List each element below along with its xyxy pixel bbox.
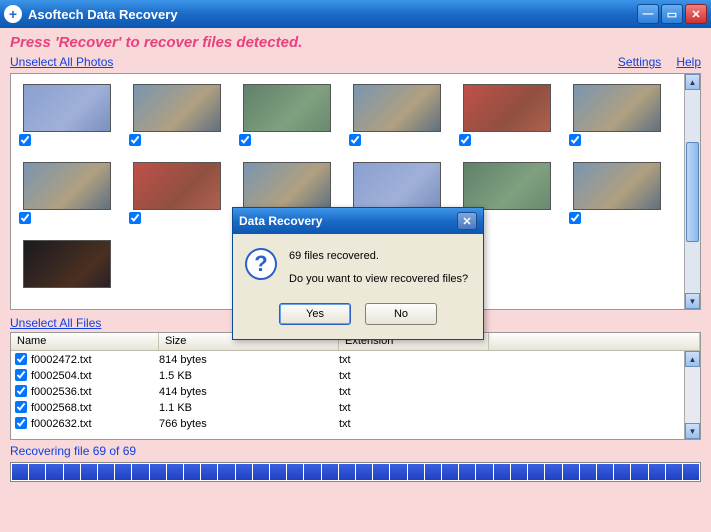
unselect-all-photos-link[interactable]: Unselect All Photos [10,55,113,69]
thumbnail-checkbox[interactable] [19,134,31,146]
file-ext-cell: txt [339,402,489,414]
table-row[interactable]: f0002472.txt 814 bytes txt [11,352,700,368]
minimize-button[interactable]: — [637,4,659,24]
instruction-text: Press 'Recover' to recover files detecte… [10,34,701,51]
thumbnail-checkbox[interactable] [19,212,31,224]
file-row-checkbox[interactable] [15,353,27,365]
scroll-up-arrow-icon[interactable]: ▲ [685,74,700,90]
file-ext-cell: txt [339,354,489,366]
file-ext-cell: txt [339,386,489,398]
dialog-close-button[interactable]: ✕ [457,212,477,230]
dialog-titlebar: Data Recovery ✕ [233,208,483,234]
file-size-cell: 414 bytes [159,386,339,398]
thumbnail-cell [459,84,551,146]
thumbnail-image[interactable] [353,162,441,210]
thumbnail-image[interactable] [243,162,331,210]
thumbnail-image[interactable] [463,84,551,132]
scrollbar-track[interactable] [685,90,700,293]
dialog-title: Data Recovery [239,214,322,228]
yes-button[interactable]: Yes [279,303,351,325]
thumbnail-image[interactable] [23,162,111,210]
dialog-message-line2: Do you want to view recovered files? [289,271,468,288]
thumbnail-cell [349,84,441,146]
thumbnail-image[interactable] [353,84,441,132]
close-button[interactable]: ✕ [685,4,707,24]
file-ext-cell: txt [339,418,489,430]
file-name-cell: f0002472.txt [31,354,159,366]
file-row-checkbox[interactable] [15,369,27,381]
thumbnail-image[interactable] [23,84,111,132]
file-ext-cell: txt [339,370,489,382]
file-row-checkbox[interactable] [15,401,27,413]
scroll-down-arrow-icon[interactable]: ▼ [685,423,700,439]
thumbnail-checkbox[interactable] [569,212,581,224]
file-name-cell: f0002632.txt [31,418,159,430]
file-name-cell: f0002536.txt [31,386,159,398]
thumbnail-image[interactable] [133,84,221,132]
scroll-up-arrow-icon[interactable]: ▲ [685,351,700,367]
top-link-row: Unselect All Photos Settings Help [10,55,701,69]
thumbnail-image[interactable] [243,84,331,132]
thumbnail-checkbox[interactable] [459,134,471,146]
file-name-cell: f0002504.txt [31,370,159,382]
table-row[interactable]: f0002568.txt 1.1 KB txt [11,400,700,416]
file-size-cell: 1.1 KB [159,402,339,414]
thumbnail-cell [239,84,331,146]
thumbnail-checkbox[interactable] [129,212,141,224]
thumbnail-scrollbar[interactable]: ▲ ▼ [684,74,700,309]
dialog-body: ? 69 files recovered. Do you want to vie… [233,234,483,299]
scroll-down-arrow-icon[interactable]: ▼ [685,293,700,309]
thumbnail-image[interactable] [573,162,661,210]
help-link[interactable]: Help [676,55,701,69]
thumbnail-checkbox[interactable] [239,134,251,146]
thumbnail-checkbox[interactable] [349,134,361,146]
table-row[interactable]: f0002632.txt 766 bytes txt [11,416,700,432]
file-size-cell: 814 bytes [159,354,339,366]
app-icon: + [4,5,22,23]
thumbnail-cell [129,84,221,146]
table-row[interactable]: f0002504.txt 1.5 KB txt [11,368,700,384]
thumbnail-image[interactable] [463,162,551,210]
thumbnail-cell [19,162,111,224]
thumbnail-checkbox[interactable] [569,134,581,146]
file-row-checkbox[interactable] [15,385,27,397]
column-header-name[interactable]: Name [11,333,159,350]
files-list-panel: Name Size Extension f0002472.txt 814 byt… [10,332,701,440]
question-icon: ? [245,248,277,280]
file-size-cell: 1.5 KB [159,370,339,382]
scrollbar-thumb[interactable] [686,142,699,242]
dialog-message-line1: 69 files recovered. [289,248,468,265]
file-size-cell: 766 bytes [159,418,339,430]
file-name-cell: f0002568.txt [31,402,159,414]
thumbnail-image[interactable] [573,84,661,132]
window-titlebar: + Asoftech Data Recovery — ▭ ✕ [0,0,711,28]
no-button[interactable]: No [365,303,437,325]
thumbnail-checkbox[interactable] [129,134,141,146]
file-row-checkbox[interactable] [15,417,27,429]
thumbnail-cell [569,84,661,146]
thumbnail-cell [19,240,111,288]
maximize-button[interactable]: ▭ [661,4,683,24]
dialog-message: 69 files recovered. Do you want to view … [289,248,468,287]
files-rows: f0002472.txt 814 bytes txt f0002504.txt … [11,351,700,433]
table-row[interactable]: f0002536.txt 414 bytes txt [11,384,700,400]
window-title: Asoftech Data Recovery [28,7,635,22]
thumbnail-cell [19,84,111,146]
unselect-all-files-link[interactable]: Unselect All Files [10,316,101,330]
thumbnail-cell [129,162,221,224]
dialog-button-row: Yes No [233,299,483,339]
thumbnail-image[interactable] [133,162,221,210]
data-recovery-dialog: Data Recovery ✕ ? 69 files recovered. Do… [232,207,484,340]
progress-status-text: Recovering file 69 of 69 [10,444,701,458]
settings-link[interactable]: Settings [618,55,661,69]
column-header-blank [489,333,700,350]
progress-bar [10,462,701,482]
thumbnail-cell [569,162,661,224]
thumbnail-image[interactable] [23,240,111,288]
files-scrollbar[interactable]: ▲ ▼ [684,351,700,439]
